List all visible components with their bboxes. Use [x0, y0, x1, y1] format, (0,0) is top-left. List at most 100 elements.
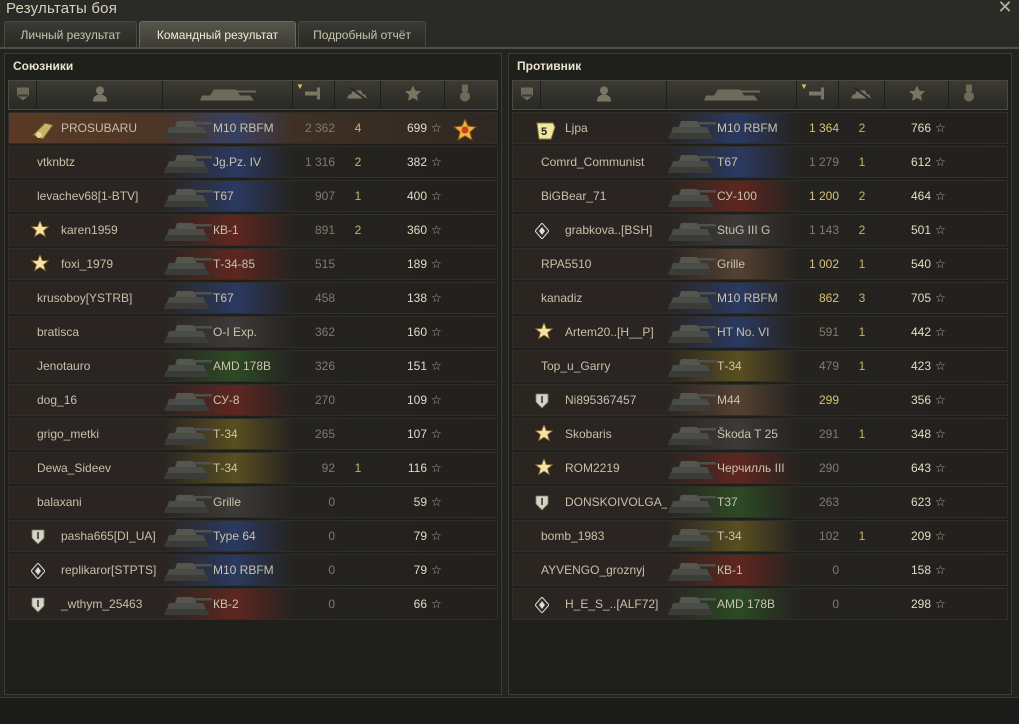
medal-cell — [949, 283, 989, 313]
enemies-player-row[interactable]: bomb_1983 Т-34 102 1 209 ☆ — [512, 520, 1008, 552]
allies-player-row[interactable]: replikaror[STPTS] M10 RBFM 0 79 ☆ — [8, 554, 498, 586]
tab-detailed-report[interactable]: Подробный отчёт — [298, 21, 426, 47]
medal-cell — [445, 215, 485, 245]
enemies-player-row[interactable]: grabkova..[BSH] StuG III G 1 143 2 501 ☆ — [512, 214, 1008, 246]
tank-icon — [163, 422, 213, 448]
damage-value: 270 — [314, 393, 335, 407]
allies-player-row[interactable]: Dewa_Sideev Т-34 92 1 116 ☆ — [8, 452, 498, 484]
medal-cell — [949, 113, 989, 143]
medal-icon — [459, 84, 471, 106]
medal-cell — [445, 283, 485, 313]
enemies-player-row[interactable]: H_E_S_..[ALF72] AMD 178B 0 298 ☆ — [512, 588, 1008, 620]
column-header-damage[interactable]: ▼ — [797, 81, 839, 109]
squad-cell — [9, 113, 54, 143]
allies-player-row[interactable]: _wthym_25463 КВ-2 0 66 ☆ — [8, 588, 498, 620]
xp-value: 158 — [910, 563, 931, 577]
enemies-player-row[interactable]: BiGBear_71 СУ-100 1 200 2 464 ☆ — [512, 180, 1008, 212]
allies-player-row[interactable]: foxi_1979 Т-34-85 515 189 ☆ — [8, 248, 498, 280]
damage-icon — [304, 87, 323, 104]
enemies-player-row[interactable]: Artem20..[H__P] HT No. VI 591 1 442 ☆ — [512, 316, 1008, 348]
player-name: H_E_S_..[ALF72] — [565, 597, 659, 611]
xp-star-icon: ☆ — [431, 393, 442, 407]
medal-cell — [445, 589, 485, 619]
vehicle-cell: StuG III G — [667, 215, 797, 245]
vehicle-cell: HT No. VI — [667, 317, 797, 347]
medal-cell — [445, 419, 485, 449]
xp-star-icon: ☆ — [431, 359, 442, 373]
tab-team-result[interactable]: Командный результат — [139, 21, 296, 47]
column-header-xp[interactable] — [381, 81, 445, 109]
column-header-medal[interactable] — [949, 81, 989, 109]
squad-cell — [9, 283, 37, 313]
close-icon[interactable]: ✕ — [996, 0, 1014, 16]
vehicle-cell: КВ-2 — [163, 589, 293, 619]
player-name: AYVENGO_groznyj — [541, 563, 645, 577]
column-header-frags[interactable] — [335, 81, 381, 109]
enemies-player-row[interactable]: kanadiz M10 RBFM 862 3 705 ☆ — [512, 282, 1008, 314]
allies-player-row[interactable]: pasha665[DI_UA] Type 64 0 79 ☆ — [8, 520, 498, 552]
allies-player-row[interactable]: vtknbtz Jg.Pz. IV 1 316 2 382 ☆ — [8, 146, 498, 178]
player-name: Ni895367457 — [565, 393, 637, 407]
allies-player-row[interactable]: balaxani Grille 0 59 ☆ — [8, 486, 498, 518]
enemies-player-row[interactable]: Skobaris Škoda T 25 291 1 348 ☆ — [512, 418, 1008, 450]
enemies-player-row[interactable]: Comrd_Communist T67 1 279 1 612 ☆ — [512, 146, 1008, 178]
column-header-squad[interactable] — [513, 81, 541, 109]
player-name: Ljpa — [565, 121, 588, 135]
xp-star-icon: ☆ — [431, 223, 442, 237]
vehicle-cell: T67 — [667, 147, 797, 177]
medal-cell — [445, 555, 485, 585]
damage-value: 1 143 — [808, 223, 839, 237]
xp-star-icon: ☆ — [431, 529, 442, 543]
allies-player-row[interactable]: PROSUBARU M10 RBFM 2 362 4 699 ☆ — [8, 112, 498, 144]
vehicle-cell: Grille — [163, 487, 293, 517]
enemies-player-row[interactable]: RPA5510 Grille 1 002 1 540 ☆ — [512, 248, 1008, 280]
enemies-player-row[interactable]: Ni895367457 M44 299 356 ☆ — [512, 384, 1008, 416]
player-name: vtknbtz — [37, 155, 76, 169]
damage-value: 0 — [328, 495, 335, 509]
squad-cell — [513, 249, 541, 279]
vehicle-name: T67 — [213, 291, 234, 305]
column-header-vehicle[interactable] — [667, 81, 797, 109]
damage-value: 326 — [314, 359, 335, 373]
column-header-player[interactable] — [541, 81, 667, 109]
player-name: _wthym_25463 — [61, 597, 143, 611]
column-header-squad[interactable] — [9, 81, 37, 109]
squad-cell — [9, 453, 37, 483]
tank-icon — [667, 354, 717, 380]
allies-title: Союзники — [13, 59, 74, 73]
vehicle-cell: КВ-1 — [163, 215, 293, 245]
allies-player-row[interactable]: dog_16 СУ-8 270 109 ☆ — [8, 384, 498, 416]
tank-icon — [667, 490, 717, 516]
platoon-pilot-badge-icon — [31, 121, 54, 140]
damage-value: 0 — [832, 597, 839, 611]
allies-player-row[interactable]: karen1959 КВ-1 891 2 360 ☆ — [8, 214, 498, 246]
enemies-player-row[interactable]: 5 Ljpa M10 RBFM 1 364 2 766 ☆ — [512, 112, 1008, 144]
xp-star-icon: ☆ — [935, 597, 946, 611]
frags-value: 2 — [354, 223, 362, 237]
column-header-vehicle[interactable] — [163, 81, 293, 109]
enemies-player-row[interactable]: AYVENGO_groznyj КВ-1 0 158 ☆ — [512, 554, 1008, 586]
allies-player-row[interactable]: levachev68[1-BTV] T67 907 1 400 ☆ — [8, 180, 498, 212]
squad-cell — [513, 555, 541, 585]
tab-personal-result[interactable]: Личный результат — [4, 21, 137, 47]
allies-player-row[interactable]: Jenotauro AMD 178B 326 151 ☆ — [8, 350, 498, 382]
column-header-medal[interactable] — [445, 81, 485, 109]
column-header-xp[interactable] — [885, 81, 949, 109]
damage-value: 0 — [832, 563, 839, 577]
xp-star-icon: ☆ — [431, 189, 442, 203]
allies-player-row[interactable]: grigo_metki Т-34 265 107 ☆ — [8, 418, 498, 450]
player-name: kanadiz — [541, 291, 583, 305]
column-header-frags[interactable] — [839, 81, 885, 109]
enemies-player-row[interactable]: DONSKOIVOLGA_63 T37 263 623 ☆ — [512, 486, 1008, 518]
allies-player-row[interactable]: bratisca O-I Exp. 362 160 ☆ — [8, 316, 498, 348]
allies-player-row[interactable]: krusoboy[YSTRB] T67 458 138 ☆ — [8, 282, 498, 314]
column-header-player[interactable] — [37, 81, 163, 109]
enemies-player-row[interactable]: ROM2219 Черчилль III 290 643 ☆ — [512, 452, 1008, 484]
player-name: Top_u_Garry — [541, 359, 611, 373]
column-header-damage[interactable]: ▼ — [293, 81, 335, 109]
tank-icon — [667, 286, 717, 312]
player-name: grigo_metki — [37, 427, 100, 441]
vehicle-cell: AMD 178B — [667, 589, 797, 619]
enemies-player-row[interactable]: Top_u_Garry Т-34 479 1 423 ☆ — [512, 350, 1008, 382]
tank-icon — [667, 388, 717, 414]
